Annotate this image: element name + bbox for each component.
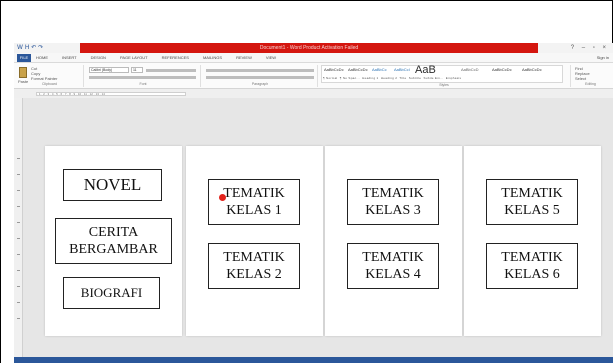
tab-page-layout[interactable]: PAGE LAYOUT: [120, 53, 148, 63]
sign-in-link[interactable]: Sign in: [597, 53, 609, 63]
format-painter-button[interactable]: Format Painter: [31, 76, 57, 81]
tab-file[interactable]: FILE: [17, 54, 31, 62]
tab-design[interactable]: DESIGN: [91, 53, 106, 63]
font-family-select[interactable]: Calibri (Body): [89, 67, 129, 73]
style-sample-title[interactable]: AaB: [415, 64, 436, 76]
style-name: Emphasis: [445, 76, 462, 80]
paste-icon[interactable]: [19, 67, 27, 78]
ruler-tick: [17, 174, 20, 175]
ruler-tick: [17, 222, 20, 223]
vertical-ruler[interactable]: [14, 98, 23, 363]
style-name: Heading 2: [380, 76, 398, 80]
style-name: Heading 1: [362, 76, 379, 80]
status-bar: [14, 357, 613, 363]
tab-home[interactable]: HOME: [36, 53, 48, 63]
card-tematik-kelas-2[interactable]: TEMATIK KELAS 2: [208, 243, 300, 289]
ribbon-home: Paste Cut Copy Format Painter Clipboard …: [14, 63, 613, 89]
ribbon-tabs: HOME INSERT DESIGN PAGE LAYOUT REFERENCE…: [36, 53, 276, 63]
page-2[interactable]: TEMATIK KELAS 1 TEMATIK KELAS 2: [186, 146, 323, 336]
style-name: ¶ Normal: [323, 76, 338, 80]
ruler-tick: [17, 286, 20, 287]
style-names-row: ¶ Normal ¶ No Spac... Heading 1 Heading …: [323, 76, 461, 80]
clipboard-caption: Clipboard: [42, 82, 57, 86]
ruler-tick: [17, 190, 20, 191]
quick-access-toolbar[interactable]: W H ↶ ↷: [17, 44, 43, 51]
font-tools-row-1[interactable]: [146, 69, 196, 72]
font-size-select[interactable]: 11: [131, 67, 143, 73]
card-tematik-kelas-4[interactable]: TEMATIK KELAS 4: [347, 243, 439, 289]
card-tematik-kelas-6[interactable]: TEMATIK KELAS 6: [486, 243, 578, 289]
font-group: Calibri (Body) 11 Font: [86, 65, 201, 87]
card-cerita-bergambar[interactable]: CERITA BERGAMBAR: [55, 218, 172, 264]
card-tematik-kelas-5[interactable]: TEMATIK KELAS 5: [486, 179, 578, 225]
style-sample-heading-1[interactable]: AaBbCc: [372, 67, 387, 73]
style-sample-heading-2[interactable]: AaBbCcI: [394, 67, 410, 73]
tab-view[interactable]: VIEW: [266, 53, 276, 63]
styles-caption: Styles: [439, 83, 449, 87]
style-name: Title: [399, 76, 407, 80]
horizontal-ruler[interactable]: · 1 · 2 · 3 · 4 · 5 · 6 · 7 · 8 · 9 · 10…: [14, 89, 613, 98]
editing-group: Find Replace Select Editing: [570, 65, 610, 87]
tab-insert[interactable]: INSERT: [62, 53, 77, 63]
ruler-scale: · 1 · 2 · 3 · 4 · 5 · 6 · 7 · 8 · 9 · 10…: [36, 92, 186, 96]
tab-mailings[interactable]: MAILINGS: [203, 53, 222, 63]
page-1[interactable]: NOVEL CERITA BERGAMBAR BIOGRAFI: [45, 146, 182, 336]
ruler-tick: [17, 270, 20, 271]
editing-caption: Editing: [585, 82, 596, 86]
ruler-tick: [17, 158, 20, 159]
clipboard-group: Paste Cut Copy Format Painter Clipboard: [16, 65, 84, 87]
page-4[interactable]: TEMATIK KELAS 5 TEMATIK KELAS 6: [464, 146, 601, 336]
style-name: ¶ No Spac...: [339, 76, 360, 80]
paragraph-caption: Paragraph: [251, 82, 269, 86]
style-name: Subtle Em...: [423, 76, 444, 80]
ruler-tick: [17, 302, 20, 303]
tab-references[interactable]: REFERENCES: [162, 53, 189, 63]
style-sample-emphasis[interactable]: AaBbCcDc: [522, 67, 542, 73]
page-3[interactable]: TEMATIK KELAS 3 TEMATIK KELAS 4: [325, 146, 462, 336]
ruler-tick: [17, 206, 20, 207]
card-tematik-kelas-1[interactable]: TEMATIK KELAS 1: [208, 179, 300, 225]
card-biografi[interactable]: BIOGRAFI: [63, 277, 160, 309]
font-caption: Font: [139, 82, 147, 86]
blank-top-area: [1, 1, 612, 43]
paragraph-tools-row-2[interactable]: [206, 76, 314, 79]
style-name: Subtitle: [408, 76, 422, 80]
font-tools-row-2[interactable]: [89, 76, 196, 79]
style-sample-subtle-emphasis[interactable]: AaBbCcDc: [492, 67, 512, 73]
style-sample-no-spacing[interactable]: AaBbCcDc: [348, 67, 368, 73]
tab-review[interactable]: REVIEW: [236, 53, 252, 63]
card-tematik-kelas-3[interactable]: TEMATIK KELAS 3: [347, 179, 439, 225]
ruler-tick: [17, 254, 20, 255]
style-sample-subtitle[interactable]: AaBbCcD: [461, 67, 479, 73]
style-sample-normal[interactable]: AaBbCcDc: [324, 67, 344, 73]
pointer-marker: [219, 194, 226, 201]
ruler-tick: [17, 318, 20, 319]
card-novel[interactable]: NOVEL: [63, 169, 162, 201]
window-controls[interactable]: ? – ▫ ×: [571, 43, 609, 53]
paragraph-group: Paragraph: [203, 65, 318, 87]
title-bar: W H ↶ ↷ Document1 - Word Product Activat…: [14, 43, 613, 53]
window-title: Document1 - Word Product Activation Fail…: [80, 43, 538, 53]
paragraph-tools-row-1[interactable]: [206, 69, 314, 72]
ribbon-tab-bar: FILE HOME INSERT DESIGN PAGE LAYOUT REFE…: [14, 53, 613, 63]
select-button[interactable]: Select: [575, 76, 586, 81]
ruler-tick: [17, 238, 20, 239]
